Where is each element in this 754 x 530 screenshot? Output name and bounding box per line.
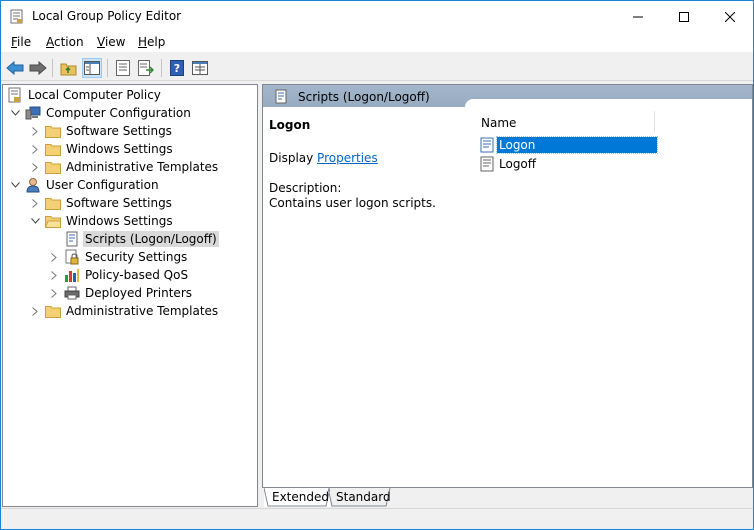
tree-item-local-computer-policy[interactable]: Local Computer Policy [7,86,163,104]
bar-chart-icon [64,267,80,283]
main-window: Local Group Policy Editor File Action Vi… [0,0,754,530]
script-icon [480,156,496,172]
folder-icon [45,303,61,319]
folder-up-icon [60,63,76,75]
chevron-right-icon[interactable] [29,161,41,173]
menu-view[interactable]: View [97,35,125,49]
list-item-logoff[interactable]: Logoff [480,155,657,173]
script-icon [480,137,496,153]
folder-icon [45,195,61,211]
policy-document-icon [7,87,23,103]
toolbar-separator [107,59,108,77]
chevron-right-icon[interactable] [29,197,41,209]
folder-icon [45,123,61,139]
list-item-logon[interactable]: Logon [480,136,658,154]
close-button[interactable] [707,1,753,32]
chevron-right-icon[interactable] [29,305,41,317]
export-list-icon [138,60,154,76]
computer-icon [25,105,41,121]
up-one-level-button[interactable] [58,58,78,78]
export-list-button[interactable] [136,58,156,78]
chevron-right-icon[interactable] [48,251,60,263]
tree-item-deployed-printers[interactable]: Deployed Printers [48,284,194,302]
policy-document-icon [10,9,24,24]
maximize-button[interactable] [661,1,707,32]
menu-file[interactable]: File [11,35,31,49]
tree-item-uc-software-settings[interactable]: Software Settings [29,194,174,212]
back-arrow-icon [6,61,24,75]
toolbar-separator [52,59,53,77]
display-properties-line: Display Properties [269,151,378,165]
forward-arrow-icon [29,61,47,75]
chevron-right-icon[interactable] [48,269,60,281]
close-icon [725,11,735,22]
toolbar: ? [1,54,753,81]
console-tree-icon [84,61,100,75]
list-view-icon [192,61,208,75]
title-bar[interactable]: Local Group Policy Editor [1,1,753,32]
view-tabs: Extended Standard [262,487,753,507]
chevron-right-icon[interactable] [29,125,41,137]
help-toolbar-button[interactable]: ? [167,58,187,78]
svg-text:?: ? [174,62,180,75]
folder-icon [45,141,61,157]
back-button[interactable] [5,58,25,78]
chevron-down-icon[interactable] [9,179,21,191]
minimize-icon [633,16,643,17]
details-header: Scripts (Logon/Logoff) [263,85,752,107]
tree-item-cc-administrative-templates[interactable]: Administrative Templates [29,158,220,176]
details-pane: Scripts (Logon/Logoff) Logon Display Pro… [262,84,753,507]
folder-icon [45,159,61,175]
tree-item-computer-configuration[interactable]: Computer Configuration [9,104,193,122]
menu-action[interactable]: Action [46,35,84,49]
toolbar-separator [161,59,162,77]
script-icon [64,231,80,247]
script-icon [274,89,288,107]
description-label: Description: [269,181,342,195]
tree-item-cc-windows-settings[interactable]: Windows Settings [29,140,175,158]
properties-toolbar-button[interactable] [113,58,133,78]
name-column-header[interactable]: Name [475,111,655,133]
chevron-down-icon[interactable] [9,107,21,119]
minimize-button[interactable] [615,1,661,32]
chevron-right-icon[interactable] [48,287,60,299]
description-text: Contains user logon scripts. [269,196,436,210]
chevron-down-icon[interactable] [29,215,41,227]
printer-icon [64,285,80,301]
console-tree[interactable]: Local Computer Policy Computer Configura… [2,84,258,507]
user-icon [25,177,41,193]
tab-standard[interactable]: Standard [328,488,394,507]
tab-extended[interactable]: Extended [264,488,330,507]
show-hide-tree-button[interactable] [82,58,102,78]
extended-item-title: Logon [269,118,311,132]
filter-view-button[interactable] [190,58,210,78]
help-book-icon: ? [170,60,184,76]
menu-help[interactable]: Help [138,35,165,49]
tree-item-policy-based-qos[interactable]: Policy-based QoS [48,266,190,284]
maximize-icon [679,11,689,22]
tree-item-user-configuration[interactable]: User Configuration [9,176,161,194]
tree-item-security-settings[interactable]: Security Settings [48,248,189,266]
status-bar [1,508,753,529]
forward-button[interactable] [28,58,48,78]
folder-open-icon [45,213,61,229]
tree-item-uc-administrative-templates[interactable]: Administrative Templates [29,302,220,320]
tree-item-scripts-logon-logoff[interactable]: Scripts (Logon/Logoff) [48,230,219,248]
properties-icon [116,60,130,76]
tree-item-uc-windows-settings[interactable]: Windows Settings [29,212,175,230]
properties-link[interactable]: Properties [317,151,378,165]
menu-bar: File Action View Help [1,32,753,53]
security-lock-icon [64,249,80,265]
chevron-right-icon[interactable] [29,143,41,155]
tree-item-cc-software-settings[interactable]: Software Settings [29,122,174,140]
window-title: Local Group Policy Editor [32,9,182,23]
